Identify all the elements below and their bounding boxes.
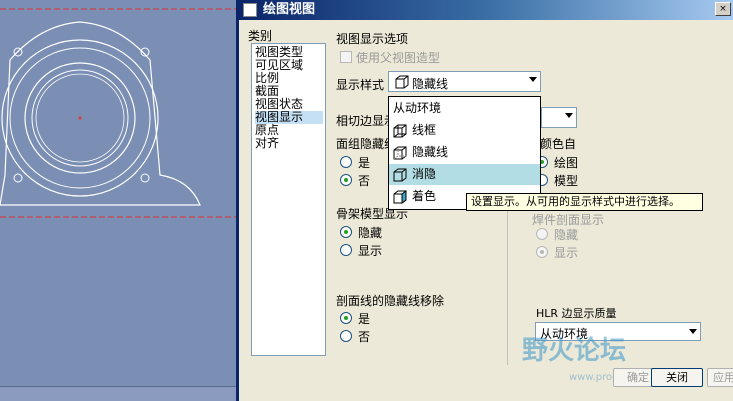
dropdown-item-driven-env[interactable]: 从动环境 [389, 98, 540, 119]
display-style-label: 显示样式 [336, 78, 385, 92]
dropdown-item-no-hidden[interactable]: 消隐 [389, 164, 540, 185]
quilt-hidden-label: 面组隐藏线 [336, 137, 397, 151]
cad-canvas[interactable] [0, 0, 240, 401]
display-options-title: 视图显示选项 [336, 32, 409, 46]
section-hidden-no-radio[interactable] [340, 330, 352, 342]
section-hidden-yes-radio[interactable] [340, 312, 352, 324]
color-drawing-label: 绘图 [554, 156, 579, 170]
section-hidden-yes-label: 是 [358, 312, 371, 326]
skeleton-hide-radio[interactable] [340, 226, 352, 238]
chevron-down-icon [689, 329, 697, 334]
use-parent-checkbox[interactable] [340, 51, 352, 63]
apply-button[interactable]: 应用 [707, 368, 733, 387]
no-hidden-icon [393, 168, 407, 182]
use-parent-label: 使用父视图造型 [356, 51, 441, 65]
skeleton-show-radio[interactable] [340, 244, 352, 256]
chevron-down-icon [565, 113, 573, 118]
color-model-label: 模型 [554, 174, 579, 188]
drawing-view-dialog: 绘图视图 × 类别 视图类型 可见区域 比例 截面 视图状态 视图显示 原点 对… [236, 0, 733, 401]
close-window-button[interactable]: × [715, 2, 731, 16]
hlr-quality-label: HLR 边显示质量 [536, 307, 617, 320]
section-hidden-removal-label: 剖面线的隐藏线移除 [336, 294, 445, 308]
dialog-title: 绘图视图 [263, 2, 316, 17]
tangent-edge-label: 相切边显示 [336, 114, 397, 128]
skeleton-show-label: 显示 [358, 244, 383, 258]
weld-hide-label: 隐藏 [554, 228, 579, 242]
display-style-select[interactable]: 隐藏线 [388, 71, 541, 92]
section-hidden-no-label: 否 [358, 330, 371, 344]
category-label: 类别 [248, 29, 273, 43]
close-button[interactable]: 关闭 [651, 368, 703, 387]
cad-drawing [0, 8, 240, 218]
title-bar[interactable]: 绘图视图 × [239, 0, 733, 20]
window-icon [243, 3, 257, 17]
weld-show-label: 显示 [554, 246, 579, 260]
chevron-down-icon [529, 77, 537, 82]
dropdown-item-wireframe[interactable]: 线框 [389, 120, 540, 141]
shaded-icon [393, 190, 407, 204]
hidden-line-icon [393, 146, 407, 160]
color-from-label: 颜色自 [540, 137, 577, 151]
wireframe-icon [393, 124, 407, 138]
display-style-value: 隐藏线 [412, 77, 449, 91]
weld-show-radio[interactable] [536, 246, 548, 258]
hidden-line-icon [395, 75, 409, 89]
forum-watermark: 野火论坛 [522, 336, 627, 366]
category-item-alignment[interactable]: 对齐 [255, 137, 279, 150]
skeleton-hide-label: 隐藏 [358, 226, 383, 240]
quilt-hidden-no-label: 否 [358, 174, 371, 188]
weld-hide-radio[interactable] [536, 228, 548, 240]
tangent-edge-select[interactable] [541, 107, 577, 128]
quilt-hidden-yes-label: 是 [358, 156, 371, 170]
category-list[interactable]: 视图类型 可见区域 比例 截面 视图状态 视图显示 原点 对齐 [251, 43, 326, 356]
quilt-hidden-no-radio[interactable] [340, 174, 352, 186]
quilt-hidden-yes-radio[interactable] [340, 156, 352, 168]
dropdown-item-hidden-line[interactable]: 隐藏线 [389, 142, 540, 163]
display-style-tooltip: 设置显示。从可用的显示样式中进行选择。 [466, 193, 703, 211]
